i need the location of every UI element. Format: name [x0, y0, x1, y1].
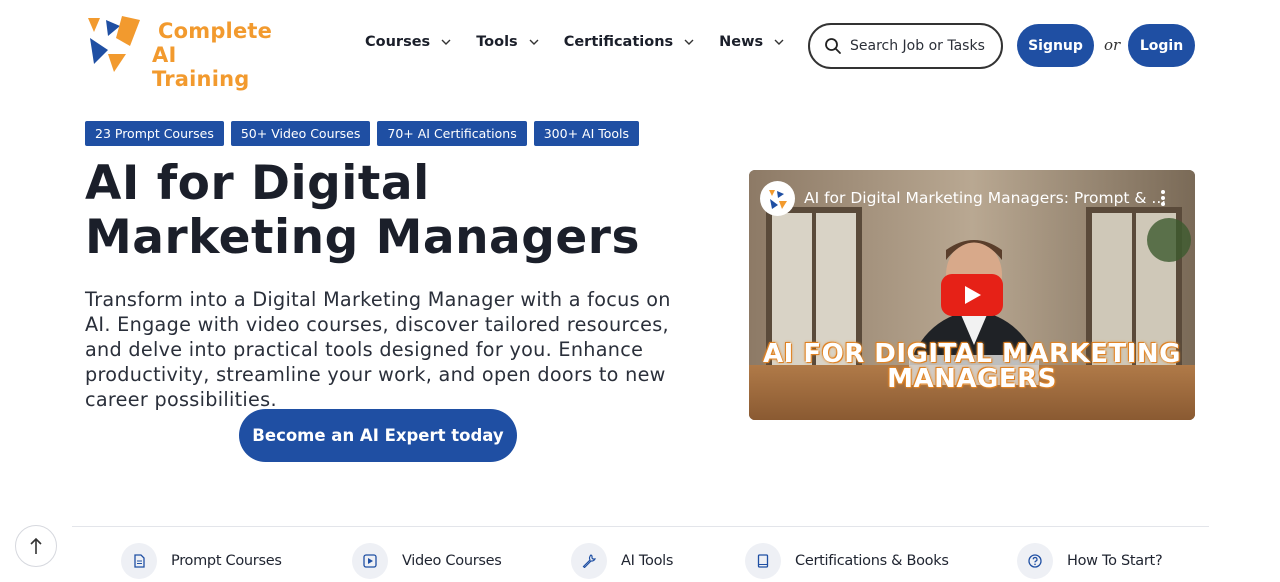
badge-ai-certifications[interactable]: 70+ AI Certifications	[377, 121, 527, 146]
video-title[interactable]: AI for Digital Marketing Managers: Promp…	[804, 189, 1166, 207]
nav-item-certifications[interactable]: Certifications	[564, 34, 695, 50]
nav-item-label: Tools	[476, 34, 518, 50]
chevron-down-icon	[440, 36, 452, 48]
chevron-down-icon	[773, 36, 785, 48]
nav-item-courses[interactable]: Courses	[365, 34, 452, 50]
badge-ai-tools[interactable]: 300+ AI Tools	[533, 121, 640, 146]
bottom-nav-video-courses[interactable]: Video Courses	[352, 543, 502, 579]
question-circle-icon	[1017, 543, 1053, 579]
or-label: or	[1104, 36, 1121, 54]
bottom-nav-prompt-courses[interactable]: Prompt Courses	[121, 543, 282, 579]
main-nav: Courses Tools Certifications News	[365, 34, 809, 50]
search-box[interactable]: Search Job or Tasks	[808, 23, 1003, 69]
nav-item-tools[interactable]: Tools	[476, 34, 540, 50]
document-icon	[121, 543, 157, 579]
nav-item-label: Certifications	[563, 34, 674, 50]
brand-name-line2: AI Training	[152, 43, 250, 91]
bottom-nav-label: AI Tools	[621, 553, 674, 569]
video-caption: AI FOR DIGITAL MARKETING MANAGERS	[749, 341, 1195, 394]
brand-logo[interactable]: Complete AI Training	[86, 16, 272, 91]
search-placeholder: Search Job or Tasks	[850, 38, 985, 54]
badge-prompt-courses[interactable]: 23 Prompt Courses	[85, 121, 224, 146]
channel-logo-icon	[768, 189, 787, 209]
video-player[interactable]: AI for Digital Marketing Managers: Promp…	[749, 170, 1195, 420]
nav-item-news[interactable]: News	[719, 34, 785, 50]
bottom-nav-how-to-start[interactable]: How To Start?	[1017, 543, 1163, 579]
cta-button[interactable]: Become an AI Expert today	[239, 409, 517, 462]
bottom-nav-label: Certifications & Books	[795, 553, 949, 569]
video-caption-line2: MANAGERS	[887, 364, 1057, 394]
arrow-up-icon	[30, 537, 42, 554]
nav-item-label: Courses	[365, 34, 431, 50]
wrench-icon	[571, 543, 607, 579]
login-button[interactable]: Login	[1128, 24, 1195, 67]
book-icon	[745, 543, 781, 579]
play-button-icon[interactable]	[941, 274, 1003, 316]
more-options-icon[interactable]	[1158, 188, 1168, 208]
play-square-icon	[352, 543, 388, 579]
bottom-nav-label: Video Courses	[402, 553, 502, 569]
bottom-nav-certifications-books[interactable]: Certifications & Books	[745, 543, 949, 579]
channel-avatar[interactable]	[760, 181, 795, 216]
stats-badges: 23 Prompt Courses 50+ Video Courses 70+ …	[85, 121, 646, 146]
badge-video-courses[interactable]: 50+ Video Courses	[230, 121, 371, 146]
signup-button[interactable]: Signup	[1017, 24, 1094, 67]
section-divider	[72, 526, 1209, 527]
page-title: AI for Digital Marketing Managers	[85, 156, 640, 265]
bottom-nav-ai-tools[interactable]: AI Tools	[571, 543, 673, 579]
bottom-nav-label: How To Start?	[1067, 553, 1163, 569]
hero-description: Transform into a Digital Marketing Manag…	[85, 288, 671, 411]
site-header: Complete AI Training Courses Tools Certi…	[0, 0, 1280, 92]
chevron-down-icon	[528, 36, 540, 48]
brand-name-line1: Complete	[158, 19, 273, 43]
bottom-nav-label: Prompt Courses	[171, 553, 282, 569]
logo-mark-icon	[88, 16, 140, 72]
brand-name: Complete AI Training	[152, 19, 272, 91]
nav-item-label: News	[719, 34, 764, 50]
search-icon	[825, 38, 841, 54]
scroll-to-top-button[interactable]	[15, 525, 57, 567]
chevron-down-icon	[683, 36, 695, 48]
